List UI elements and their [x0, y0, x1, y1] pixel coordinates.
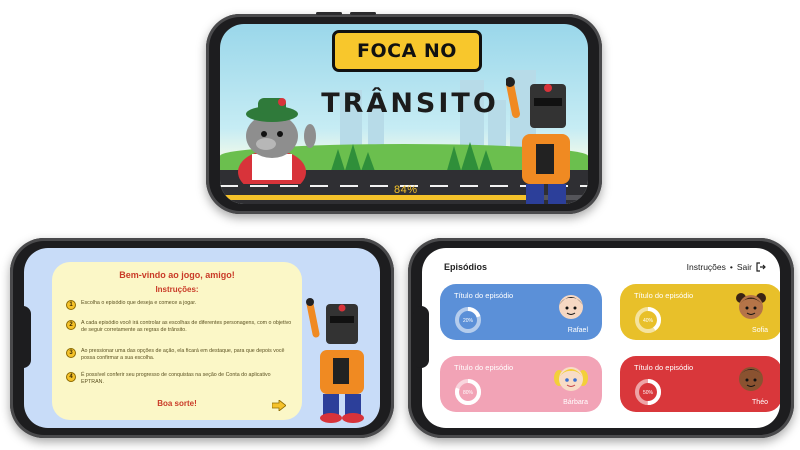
robot-mascot-illustration — [506, 77, 570, 204]
step-text: A cada episódio você irá controlar as es… — [81, 320, 292, 333]
episode-title: Título do episódio — [634, 363, 694, 372]
good-luck-text: Boa sorte! — [157, 399, 197, 408]
instruction-step: 2 A cada episódio você irá controlar as … — [66, 320, 292, 334]
episode-card-barbara[interactable]: Título do episódio 80% Bárbara — [440, 356, 602, 412]
step-number: 1 — [66, 300, 76, 310]
phone-splash: 84% FOCA NO TRÂNSITO — [206, 12, 602, 214]
rafael-avatar — [559, 295, 583, 319]
exit-link[interactable]: Sair — [737, 262, 752, 272]
episode-title: Título do episódio — [454, 363, 514, 372]
step-text: Escolha o episódio que deseja e comece a… — [81, 300, 197, 306]
episode-card-theo[interactable]: Título do episódio 50% Théo — [620, 356, 780, 412]
progress-label: 40% — [643, 318, 654, 324]
progress-label: 50% — [643, 390, 654, 396]
loading-progress-bar — [220, 195, 530, 200]
instructions-link[interactable]: Instruções — [687, 262, 726, 272]
nav-separator: • — [729, 262, 733, 272]
phone-episodes: Episódios Instruções • Sair Título do ep… — [408, 238, 794, 438]
step-text: É possível conferir seu progresso de con… — [81, 372, 271, 385]
splash-screen: 84% FOCA NO TRÂNSITO — [220, 24, 588, 204]
progress-donut: 80% — [455, 379, 481, 405]
top-nav: Instruções • Sair — [687, 262, 766, 272]
welcome-title: Bem-vindo ao jogo, amigo! — [119, 270, 235, 280]
instruction-step: 4 É possível conferir seu progresso de c… — [66, 372, 292, 386]
instruction-step: 1 Escolha o episódio que deseja e comece… — [66, 300, 292, 310]
barbara-avatar — [554, 367, 588, 391]
robot-mascot-illustration — [306, 298, 364, 423]
character-name: Bárbara — [563, 399, 588, 406]
logo-title: FOCA NO — [357, 40, 457, 62]
theo-avatar — [739, 367, 763, 391]
character-name: Rafael — [567, 327, 588, 334]
step-number: 2 — [66, 320, 76, 330]
character-name: Sofia — [752, 327, 768, 334]
episode-card-rafael[interactable]: Título do episódio 20% Rafael — [440, 284, 602, 340]
progress-label: 20% — [463, 318, 474, 324]
loading-percent: 84% — [394, 184, 418, 196]
progress-donut: 20% — [455, 307, 481, 333]
step-text: Ao pressionar uma das opções de ação, el… — [81, 348, 285, 361]
instructions-card: Bem-vindo ao jogo, amigo! Instruções: 1 … — [52, 262, 302, 420]
step-number: 3 — [66, 348, 76, 358]
episode-card-sofia[interactable]: Título do episódio 40% Sofia — [620, 284, 780, 340]
game-logo: FOCA NO — [332, 30, 482, 72]
progress-donut: 40% — [635, 307, 661, 333]
step-number: 4 — [66, 372, 76, 382]
character-name: Théo — [752, 399, 768, 406]
episode-title: Título do episódio — [634, 291, 694, 300]
seal-mascot-illustration — [238, 98, 316, 184]
welcome-screen: Bem-vindo ao jogo, amigo! Instruções: 1 … — [24, 248, 380, 428]
episode-title: Título do episódio — [454, 291, 514, 300]
progress-label: 80% — [463, 390, 474, 396]
phone-welcome: Bem-vindo ao jogo, amigo! Instruções: 1 … — [10, 238, 394, 438]
screenshot-collage: 84% FOCA NO TRÂNSITO Bem-vindo ao jogo, … — [0, 0, 800, 450]
sofia-avatar — [736, 293, 766, 319]
instruction-step: 3 Ao pressionar uma das opções de ação, … — [66, 348, 292, 362]
episodes-screen: Episódios Instruções • Sair Título do ep… — [422, 248, 780, 428]
page-title: Episódios — [444, 262, 488, 272]
next-arrow-icon[interactable] — [272, 400, 286, 411]
exit-icon[interactable] — [756, 262, 766, 272]
progress-donut: 50% — [635, 379, 661, 405]
logo-subtitle: TRÂNSITO — [321, 88, 499, 119]
instructions-heading: Instruções: — [155, 285, 199, 294]
